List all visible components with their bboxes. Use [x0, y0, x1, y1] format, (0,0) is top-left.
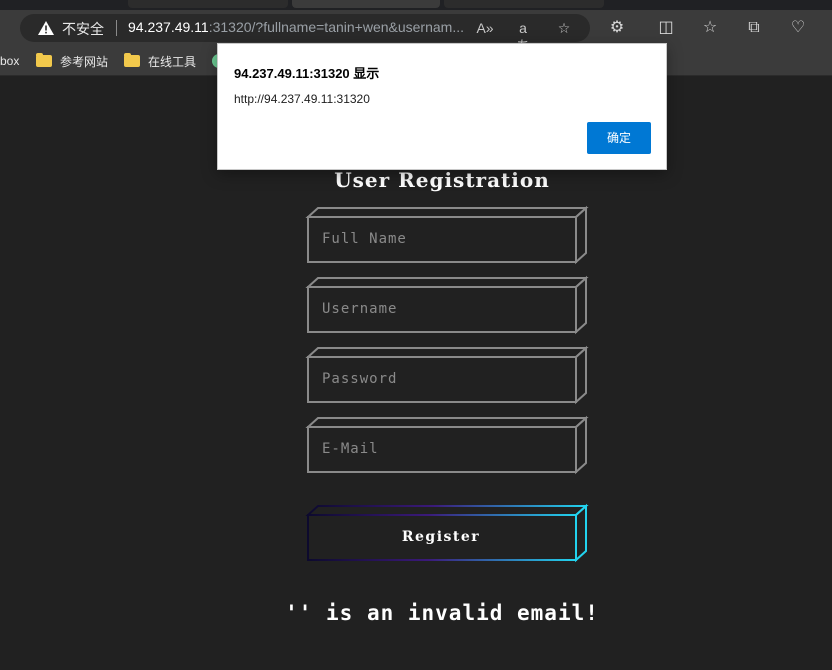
browser-tab[interactable]: [444, 0, 604, 8]
extensions-icon[interactable]: ⚙: [605, 16, 629, 40]
address-bar[interactable]: 不安全 94.237.49.11:31320/?fullname=tanin+w…: [20, 14, 590, 54]
username-field-wrapper: [305, 275, 589, 335]
username-input[interactable]: [309, 288, 575, 330]
alert-dialog: 94.237.49.11:31320 显示 http://94.237.49.1…: [217, 43, 667, 170]
bookmark-label: 在线工具: [148, 54, 197, 69]
browser-tab[interactable]: [128, 0, 288, 8]
split-screen-icon[interactable]: ◫: [654, 16, 678, 40]
dialog-message: http://94.237.49.11:31320: [234, 92, 370, 106]
bookmark-folder[interactable]: 参考网站: [36, 52, 108, 70]
browser-essentials-icon[interactable]: ♡: [786, 16, 810, 40]
fullname-field-wrapper: [305, 205, 589, 265]
validation-message: '' is an invalid email!: [285, 601, 599, 625]
register-button-label: Register: [401, 529, 481, 545]
ok-button[interactable]: 确定: [587, 122, 651, 154]
tab-strip: [0, 0, 832, 10]
fullname-input[interactable]: [309, 218, 575, 260]
divider: [116, 20, 117, 36]
bookmark-label: 参考网站: [60, 54, 109, 69]
dialog-title: 94.237.49.11:31320 显示: [234, 66, 380, 81]
translate-icon[interactable]: aあ: [514, 19, 532, 54]
favorites-icon[interactable]: ☆: [698, 16, 722, 40]
warning-icon: [38, 21, 54, 35]
bookmark-item[interactable]: box: [0, 52, 19, 70]
browser-toolbar: 不安全 94.237.49.11:31320/?fullname=tanin+w…: [0, 10, 832, 54]
folder-icon: [124, 53, 140, 67]
password-input[interactable]: [309, 358, 575, 400]
url-host: 94.237.49.11: [128, 19, 209, 35]
favorite-star-icon[interactable]: ☆: [555, 19, 573, 37]
browser-tab-active[interactable]: [292, 0, 440, 8]
url-text[interactable]: 94.237.49.11:31320/?fullname=tanin+wen&u…: [128, 19, 476, 35]
bookmark-folder[interactable]: 在线工具: [124, 52, 196, 70]
folder-icon: [36, 53, 52, 67]
collections-icon[interactable]: ⧉: [742, 16, 766, 40]
page-title: User Registration: [334, 168, 550, 192]
email-input[interactable]: [309, 428, 575, 470]
bookmark-label: box: [0, 54, 20, 68]
security-status[interactable]: 不安全: [62, 19, 104, 39]
password-field-wrapper: [305, 345, 589, 405]
email-field-wrapper: [305, 415, 589, 475]
url-path: :31320/?fullname=tanin+wen&usernam...: [208, 19, 464, 35]
register-button[interactable]: Register: [305, 503, 589, 563]
read-aloud-icon[interactable]: A»: [476, 19, 494, 37]
